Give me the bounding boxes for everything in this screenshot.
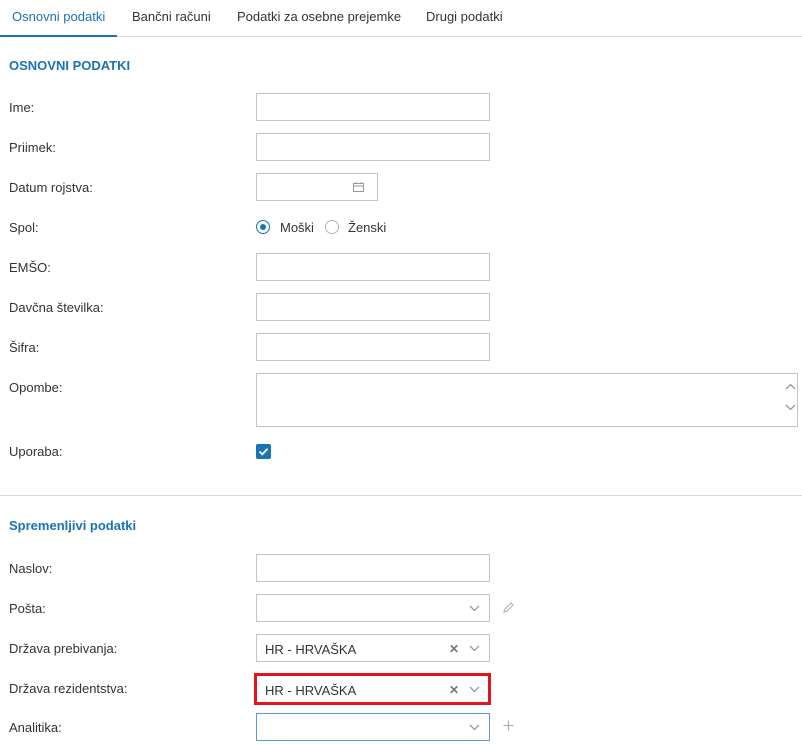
- drzava-prebivanja-label: Država prebivanja:: [9, 641, 118, 656]
- priimek-input[interactable]: [256, 133, 490, 161]
- textarea-scrollbar[interactable]: [782, 373, 798, 427]
- tab-osnovni-podatki[interactable]: Osnovni podatki: [12, 9, 105, 24]
- tab-podatki-za-osebne-prejemke[interactable]: Podatki za osebne prejemke: [237, 9, 401, 24]
- radio-zenski-label: Ženski: [348, 220, 387, 235]
- posta-label: Pošta:: [9, 601, 46, 616]
- emso-label: EMŠO:: [9, 260, 51, 275]
- drzava-prebivanja-select[interactable]: HR - HRVAŠKA ✕: [256, 634, 490, 662]
- tab-bancni-racuni[interactable]: Bančni računi: [132, 9, 211, 24]
- calendar-icon[interactable]: [353, 182, 364, 192]
- opombe-textarea[interactable]: [256, 373, 798, 427]
- davcna-stevilka-label: Davčna številka:: [9, 300, 104, 315]
- posta-select[interactable]: [256, 594, 490, 622]
- tab-drugi-podatki[interactable]: Drugi podatki: [426, 9, 503, 24]
- naslov-label: Naslov:: [9, 561, 53, 576]
- pencil-icon[interactable]: [502, 601, 515, 614]
- highlight-box: [254, 673, 491, 705]
- clear-icon[interactable]: ✕: [449, 642, 459, 656]
- datum-rojstva-label: Datum rojstva:: [9, 180, 93, 195]
- drzava-rezidentstva-label: Država rezidentstva:: [9, 681, 128, 696]
- section-title-spremenljivi-podatki: Spremenljivi podatki: [9, 518, 137, 533]
- analitika-label: Analitika:: [9, 720, 62, 735]
- priimek-label: Priimek:: [9, 140, 56, 155]
- section-divider: [0, 495, 802, 496]
- plus-icon[interactable]: [503, 720, 514, 731]
- section-title-osnovni-podatki: OSNOVNI PODATKI: [9, 58, 131, 73]
- naslov-input[interactable]: [256, 554, 490, 582]
- sifra-input[interactable]: [256, 333, 490, 361]
- sifra-label: Šifra:: [9, 340, 40, 355]
- active-tab-indicator: [0, 35, 117, 37]
- opombe-label: Opombe:: [9, 380, 63, 395]
- emso-input[interactable]: [256, 253, 490, 281]
- chevron-down-icon[interactable]: [469, 645, 480, 652]
- analitika-select[interactable]: [256, 713, 490, 741]
- chevron-down-icon[interactable]: [469, 724, 480, 731]
- uporaba-label: Uporaba:: [9, 444, 63, 459]
- spol-label: Spol:: [9, 220, 39, 235]
- checkmark-icon: [258, 448, 269, 456]
- radio-moski-label: Moški: [280, 220, 314, 235]
- chevron-down-icon[interactable]: [469, 605, 480, 612]
- davcna-stevilka-input[interactable]: [256, 293, 490, 321]
- chevron-up-icon[interactable]: [785, 383, 796, 390]
- tab-bar: Osnovni podatki Bančni računi Podatki za…: [0, 0, 802, 37]
- drzava-prebivanja-value: HR - HRVAŠKA: [265, 642, 357, 657]
- ime-input[interactable]: [256, 93, 490, 121]
- opombe-wrapper: [256, 373, 798, 427]
- radio-zenski[interactable]: [325, 220, 339, 234]
- chevron-down-icon[interactable]: [785, 404, 796, 411]
- uporaba-checkbox[interactable]: [256, 444, 271, 459]
- radio-moski[interactable]: [256, 220, 270, 234]
- ime-label: Ime:: [9, 100, 35, 115]
